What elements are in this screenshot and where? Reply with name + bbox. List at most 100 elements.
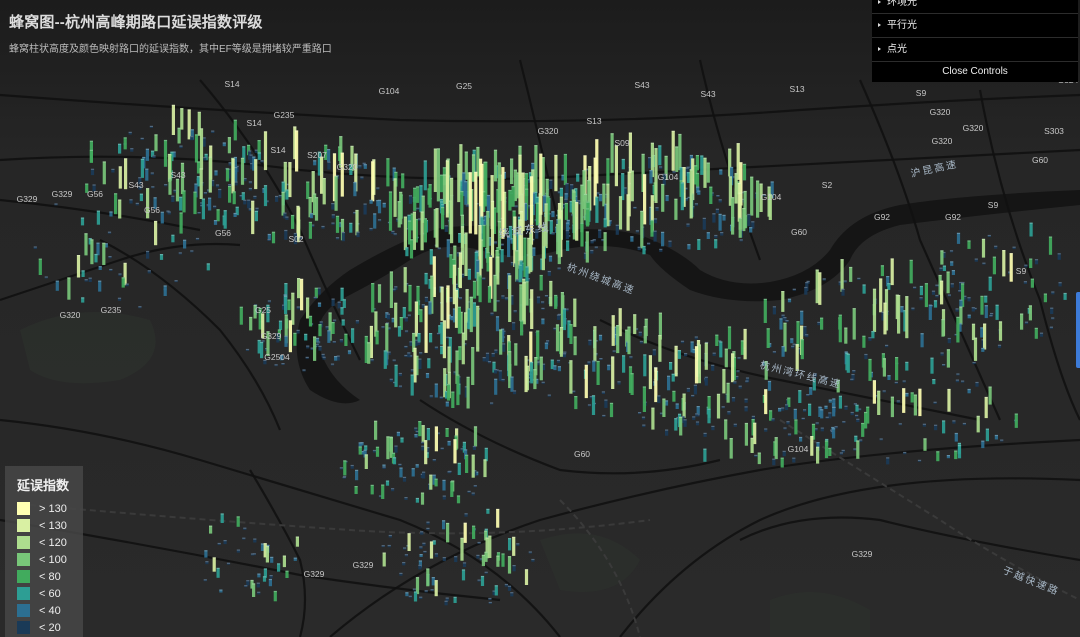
- control-point-light[interactable]: 点光: [872, 38, 1078, 62]
- hex-column-cap: [439, 174, 444, 176]
- hex-column: [930, 357, 934, 374]
- hex-column: [828, 447, 832, 456]
- hex-column-cap: [439, 198, 443, 201]
- hex-column-cap: [675, 403, 679, 405]
- side-scroll-handle[interactable]: [1076, 292, 1080, 368]
- hex-column: [424, 272, 428, 285]
- hex-column-cap: [360, 176, 364, 178]
- hex-column: [667, 375, 671, 391]
- hex-column: [734, 173, 738, 204]
- hex-column: [766, 328, 770, 348]
- hex-column: [386, 436, 390, 460]
- hex-column-cap: [617, 381, 621, 383]
- hex-column-cap: [424, 440, 428, 442]
- hex-column-cap: [718, 213, 722, 215]
- close-controls-button[interactable]: Close Controls: [872, 62, 1078, 82]
- hex-column-cap: [946, 271, 950, 273]
- hex-column-cap: [734, 173, 738, 175]
- hex-column-cap: [940, 250, 944, 252]
- hex-column: [154, 134, 158, 152]
- hex-column-cap: [293, 332, 297, 334]
- hex-column-cap: [612, 350, 616, 352]
- hex-column-cap: [251, 200, 255, 202]
- control-directional-light[interactable]: 平行光: [872, 14, 1078, 38]
- hex-column-cap: [633, 206, 637, 209]
- hex-column-cap: [267, 300, 271, 302]
- hex-column: [703, 448, 707, 462]
- hex-column: [954, 450, 958, 460]
- hex-column-cap: [358, 442, 362, 444]
- hex-column-cap: [343, 460, 347, 462]
- hex-column-cap: [464, 232, 468, 234]
- hex-column-cap: [606, 158, 610, 160]
- hex-column-cap: [792, 457, 796, 459]
- hex-column-cap: [780, 457, 784, 459]
- hex-column-cap: [604, 399, 608, 401]
- hex-column: [96, 210, 100, 225]
- hex-column: [67, 277, 71, 300]
- hex-column-cap: [135, 202, 139, 204]
- hex-column: [1002, 250, 1006, 277]
- hex-column-cap: [832, 398, 836, 400]
- hex-column-cap: [772, 458, 776, 460]
- hex-column-cap: [461, 569, 466, 571]
- hex-column: [672, 390, 676, 402]
- hex-column: [249, 316, 253, 331]
- hex-column-cap: [296, 329, 300, 331]
- hex-column: [424, 305, 428, 353]
- hex-column-cap: [347, 350, 352, 352]
- hex-column: [403, 216, 407, 251]
- hex-column: [913, 394, 917, 416]
- hex-column-cap: [572, 390, 576, 392]
- hex-column-cap: [447, 440, 451, 443]
- hex-column: [193, 191, 197, 215]
- hex-column-cap: [686, 387, 690, 390]
- hex-column-cap: [394, 171, 398, 173]
- hex-column: [611, 315, 615, 346]
- control-ambient-light[interactable]: 环境光: [872, 0, 1078, 14]
- hex-column: [121, 277, 125, 288]
- hex-column: [522, 282, 526, 325]
- hex-column-cap: [507, 341, 511, 343]
- hex-column: [1034, 327, 1038, 339]
- hex-column-cap: [528, 551, 532, 553]
- hex-column-cap: [197, 212, 201, 214]
- hex-column-cap: [853, 448, 857, 450]
- hex-column-cap: [372, 449, 377, 452]
- hex-column: [795, 344, 799, 371]
- hex-column-cap: [557, 203, 562, 205]
- hex-column: [909, 259, 913, 284]
- hex-column-cap: [766, 328, 770, 330]
- hex-column-cap: [55, 280, 59, 282]
- hex-column-cap: [547, 394, 551, 396]
- hex-column-cap: [322, 178, 326, 180]
- hex-column-cap: [328, 312, 332, 314]
- hex-column-cap: [314, 287, 318, 289]
- hex-column: [472, 525, 476, 539]
- hex-column-cap: [412, 332, 416, 335]
- hex-column-cap: [123, 262, 127, 264]
- hex-column: [463, 522, 467, 543]
- hex-column-cap: [900, 306, 904, 308]
- hex-column: [595, 196, 599, 223]
- hex-column: [314, 287, 318, 299]
- hex-column: [358, 446, 362, 455]
- hex-column: [508, 275, 512, 322]
- hex-column-cap: [457, 462, 461, 464]
- hex-column: [824, 440, 829, 459]
- hex-column-cap: [267, 233, 271, 236]
- hex-column: [565, 230, 569, 240]
- hex-column-cap: [404, 354, 408, 357]
- map-canvas[interactable]: S14G104G25S43S43S13S9S12G524G235S14G320S…: [0, 0, 1080, 637]
- hex-column-cap: [779, 318, 783, 320]
- hex-column-cap: [398, 385, 402, 387]
- hex-column-cap: [442, 167, 446, 169]
- hex-column-cap: [281, 363, 285, 365]
- hex-column-cap: [423, 160, 427, 162]
- hex-column-cap: [627, 326, 631, 328]
- hex-column: [940, 280, 944, 305]
- hex-column-cap: [408, 195, 413, 197]
- hex-column-cap: [450, 177, 454, 179]
- hex-column: [182, 190, 186, 213]
- hex-column-cap: [145, 168, 149, 170]
